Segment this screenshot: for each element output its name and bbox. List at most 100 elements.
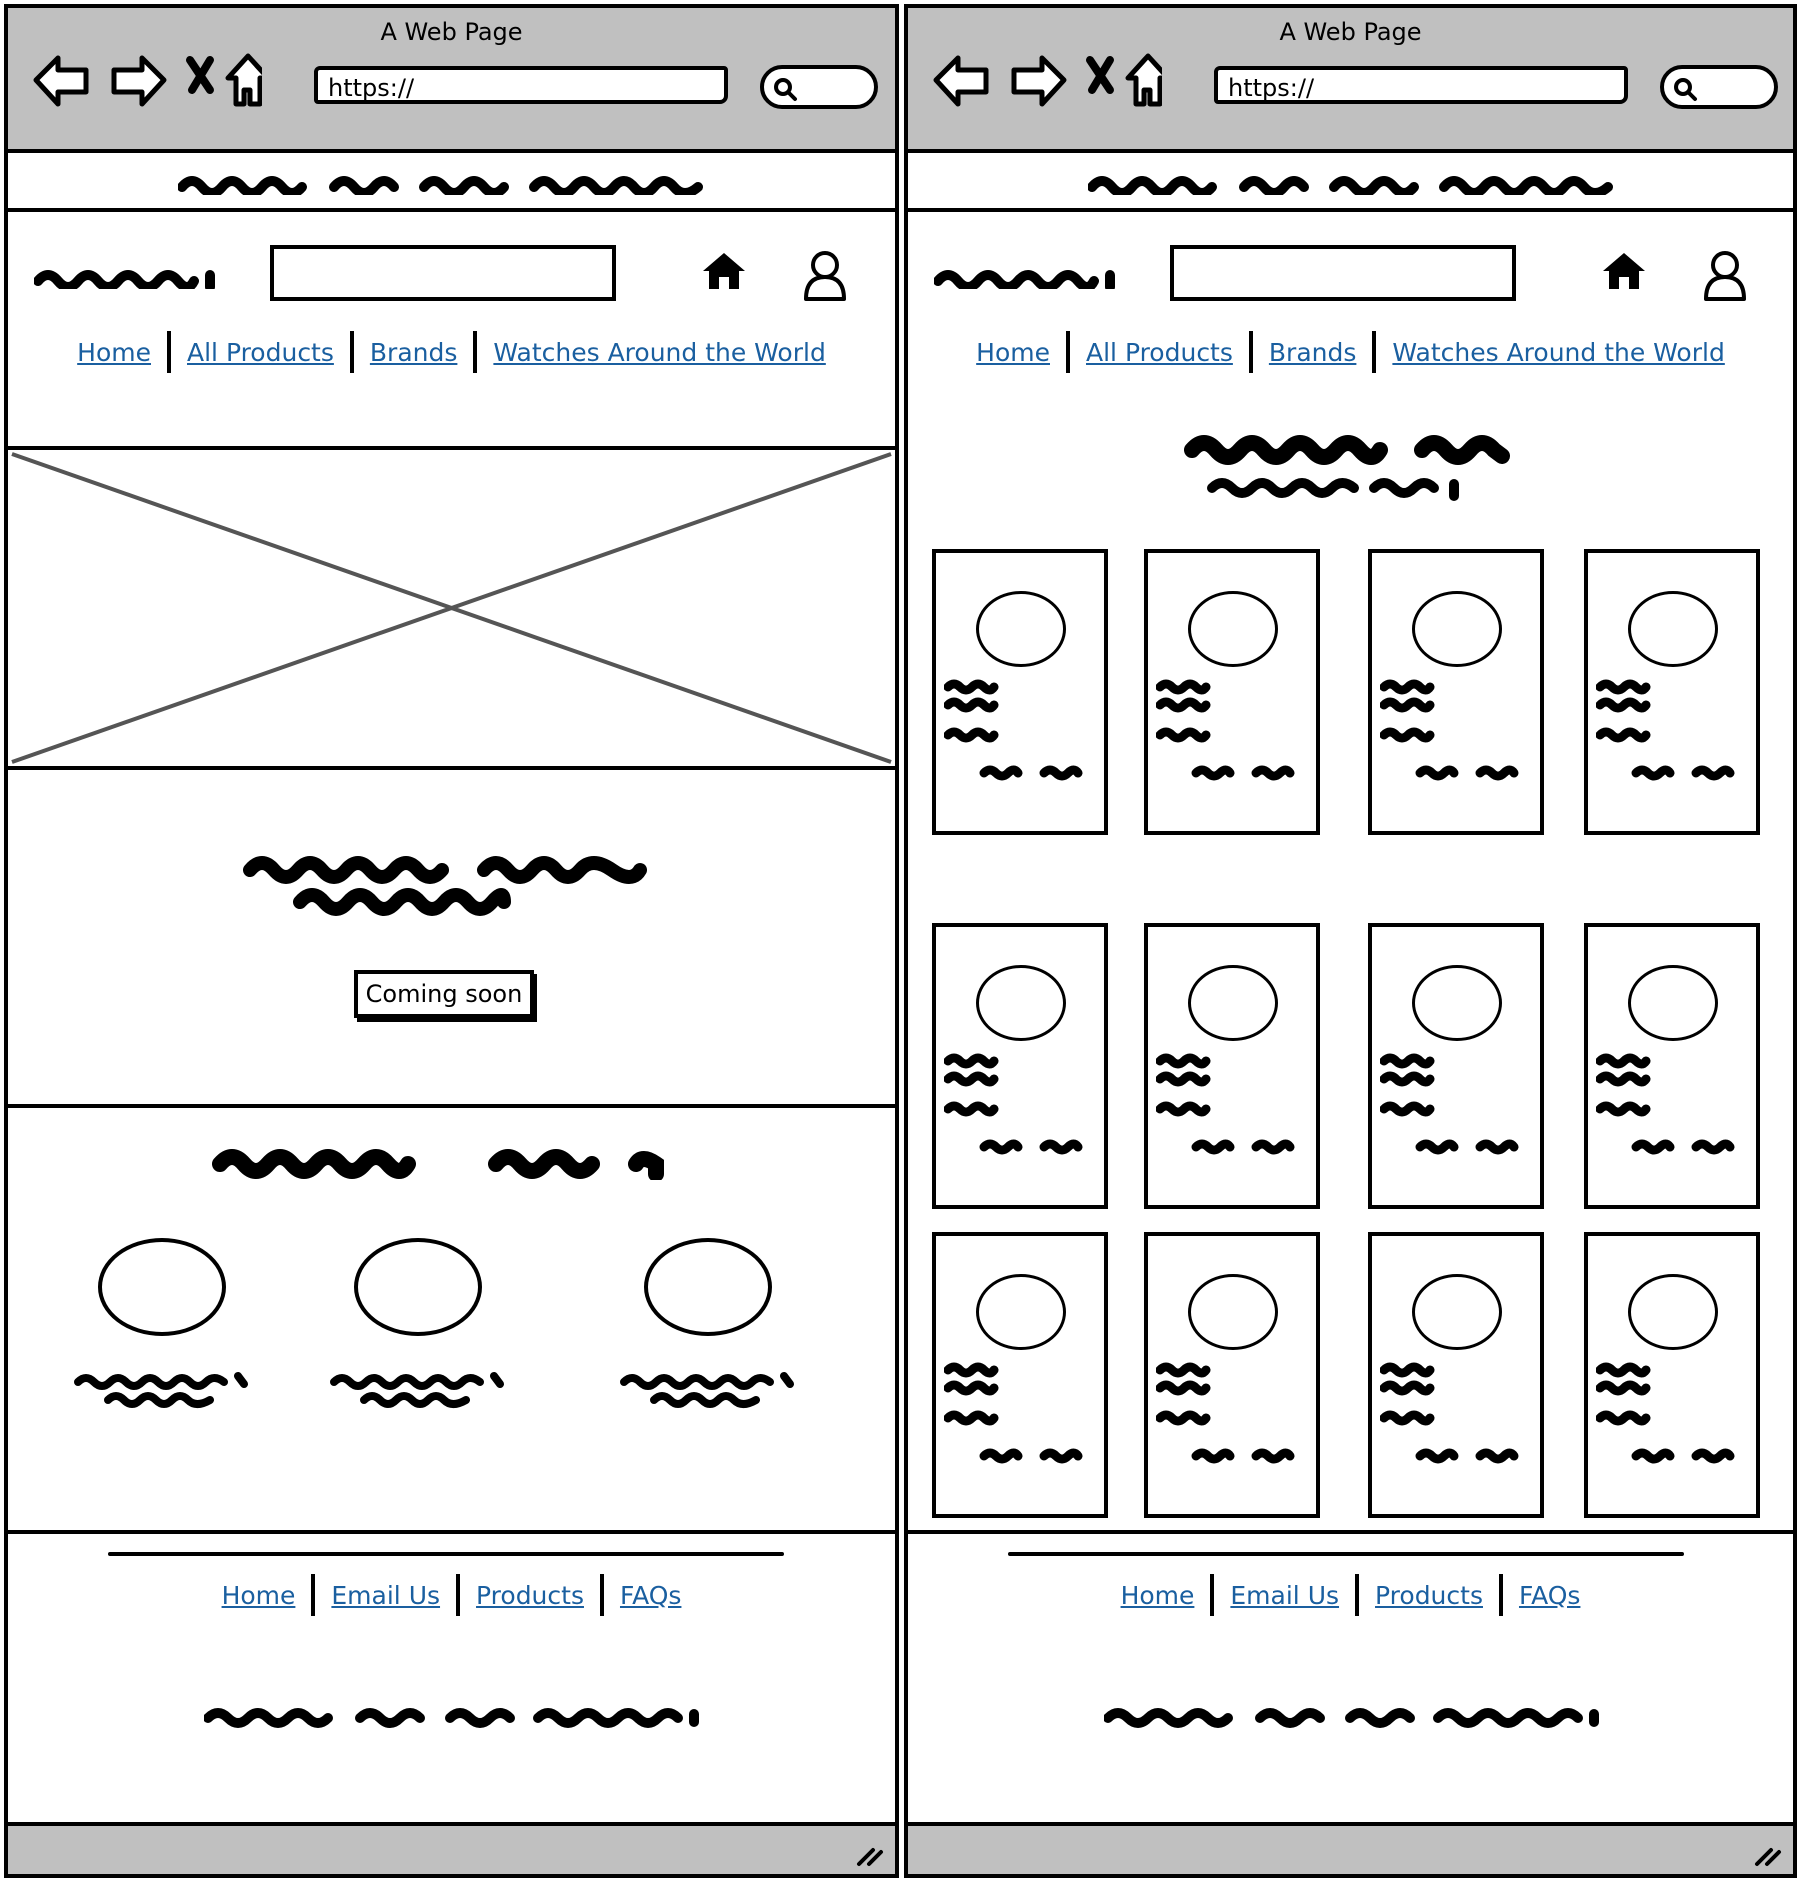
product-card[interactable] [1368, 1232, 1544, 1518]
coming-soon-button[interactable]: Coming soon [354, 970, 534, 1018]
site-search-input[interactable] [270, 245, 616, 301]
browser-search-field[interactable] [760, 65, 878, 109]
footer-link-home[interactable]: Home [206, 1581, 312, 1610]
product-card[interactable] [932, 923, 1108, 1209]
product-image [1628, 591, 1718, 667]
browser-search-field[interactable] [1660, 65, 1778, 109]
arrow-right-icon[interactable] [1011, 55, 1067, 107]
product-image [1412, 965, 1502, 1041]
product-image [1188, 965, 1278, 1041]
search-icon [774, 78, 797, 101]
product-image [976, 591, 1066, 667]
product-card-text [944, 1053, 1083, 1155]
user-icon[interactable] [1702, 249, 1748, 301]
user-icon[interactable] [802, 249, 848, 301]
featured-brands-section [8, 1100, 895, 1530]
featured-heading-text [212, 1149, 664, 1180]
product-card-text [1380, 1362, 1519, 1464]
close-icon[interactable] [186, 56, 214, 94]
footer-link-products[interactable]: Products [460, 1581, 600, 1610]
product-card-text [1156, 1053, 1295, 1155]
product-card[interactable] [1584, 1232, 1760, 1518]
browser-nav-icons [33, 53, 262, 107]
home-icon[interactable] [701, 251, 747, 291]
site-footer: Home Email Us Products FAQs [908, 1530, 1793, 1838]
footer-divider [108, 1552, 784, 1556]
featured-item-image[interactable] [354, 1238, 482, 1336]
site-header: Home All Products Brands Watches Around … [8, 211, 895, 449]
footer-link-home[interactable]: Home [1105, 1581, 1211, 1610]
home-outline-icon[interactable] [225, 53, 262, 107]
resize-grip-icon[interactable] [855, 1842, 885, 1868]
browser-window-products: A Web Page https:// Home All Products Br… [904, 4, 1797, 1878]
nav-link-watches-around-the-world[interactable]: Watches Around the World [477, 338, 841, 367]
nav-link-home[interactable]: Home [960, 338, 1066, 367]
resize-grip-icon[interactable] [1753, 1842, 1783, 1868]
arrow-left-icon[interactable] [33, 55, 89, 107]
browser-chrome: A Web Page https:// [908, 8, 1793, 153]
featured-item-image[interactable] [98, 1238, 226, 1336]
home-outline-icon[interactable] [1125, 53, 1162, 107]
product-image [1188, 1274, 1278, 1350]
nav-link-watches-around-the-world[interactable]: Watches Around the World [1376, 338, 1740, 367]
arrow-left-icon[interactable] [933, 55, 989, 107]
wireframe-canvas: A Web Page https:// Home All Products Br… [0, 0, 1800, 1882]
featured-item-image[interactable] [644, 1238, 772, 1336]
home-icon[interactable] [1601, 251, 1647, 291]
window-title: A Web Page [380, 18, 523, 46]
product-image [1412, 591, 1502, 667]
product-card-text [944, 679, 1083, 781]
footer-divider [1008, 1552, 1684, 1556]
arrow-right-icon[interactable] [111, 55, 167, 107]
url-input[interactable]: https:// [314, 66, 728, 104]
promo-heading-text [243, 856, 647, 916]
search-icon [1674, 78, 1697, 101]
nav-link-home[interactable]: Home [61, 338, 167, 367]
close-icon[interactable] [1086, 56, 1114, 94]
product-card-text [944, 1362, 1083, 1464]
footer-link-faqs[interactable]: FAQs [1503, 1581, 1596, 1610]
product-card[interactable] [1584, 549, 1760, 835]
nav-link-brands[interactable]: Brands [354, 338, 474, 367]
featured-item-caption [620, 1372, 794, 1408]
site-footer: Home Email Us Products FAQs [8, 1530, 895, 1838]
footer-link-email-us[interactable]: Email Us [1214, 1581, 1355, 1610]
url-input[interactable]: https:// [1214, 66, 1628, 104]
product-image [1188, 591, 1278, 667]
product-image [1412, 1274, 1502, 1350]
hero-image [8, 446, 895, 770]
announcement-banner [8, 153, 895, 212]
banner-placeholder-text [1088, 176, 1613, 195]
product-card-text [1380, 1053, 1519, 1155]
footer-link-products[interactable]: Products [1359, 1581, 1499, 1610]
product-card[interactable] [932, 549, 1108, 835]
announcement-banner [908, 153, 1793, 212]
logo-placeholder-text [34, 270, 215, 289]
product-card-text [1380, 679, 1519, 781]
products-heading-text [1184, 435, 1510, 501]
site-search-input[interactable] [1170, 245, 1516, 301]
promo-section: Coming soon [8, 766, 895, 1108]
product-card[interactable] [1144, 549, 1320, 835]
browser-window-home: A Web Page https:// Home All Products Br… [4, 4, 899, 1878]
product-card[interactable] [1144, 923, 1320, 1209]
product-card[interactable] [1584, 923, 1760, 1209]
nav-link-all-products[interactable]: All Products [1070, 338, 1249, 367]
footer-placeholder-text [1104, 1708, 1599, 1728]
product-card[interactable] [932, 1232, 1108, 1518]
product-card-text [1596, 1362, 1735, 1464]
product-card[interactable] [1144, 1232, 1320, 1518]
product-image [976, 965, 1066, 1041]
main-nav: Home All Products Brands Watches Around … [908, 331, 1793, 373]
product-card[interactable] [1368, 549, 1544, 835]
product-card[interactable] [1368, 923, 1544, 1209]
footer-link-faqs[interactable]: FAQs [604, 1581, 697, 1610]
product-image [1628, 1274, 1718, 1350]
footer-nav: Home Email Us Products FAQs [908, 1574, 1793, 1616]
nav-link-brands[interactable]: Brands [1253, 338, 1373, 367]
footer-link-email-us[interactable]: Email Us [315, 1581, 456, 1610]
browser-status-bar [8, 1822, 895, 1874]
product-image [1628, 965, 1718, 1041]
nav-link-all-products[interactable]: All Products [171, 338, 350, 367]
banner-placeholder-text [178, 176, 703, 195]
